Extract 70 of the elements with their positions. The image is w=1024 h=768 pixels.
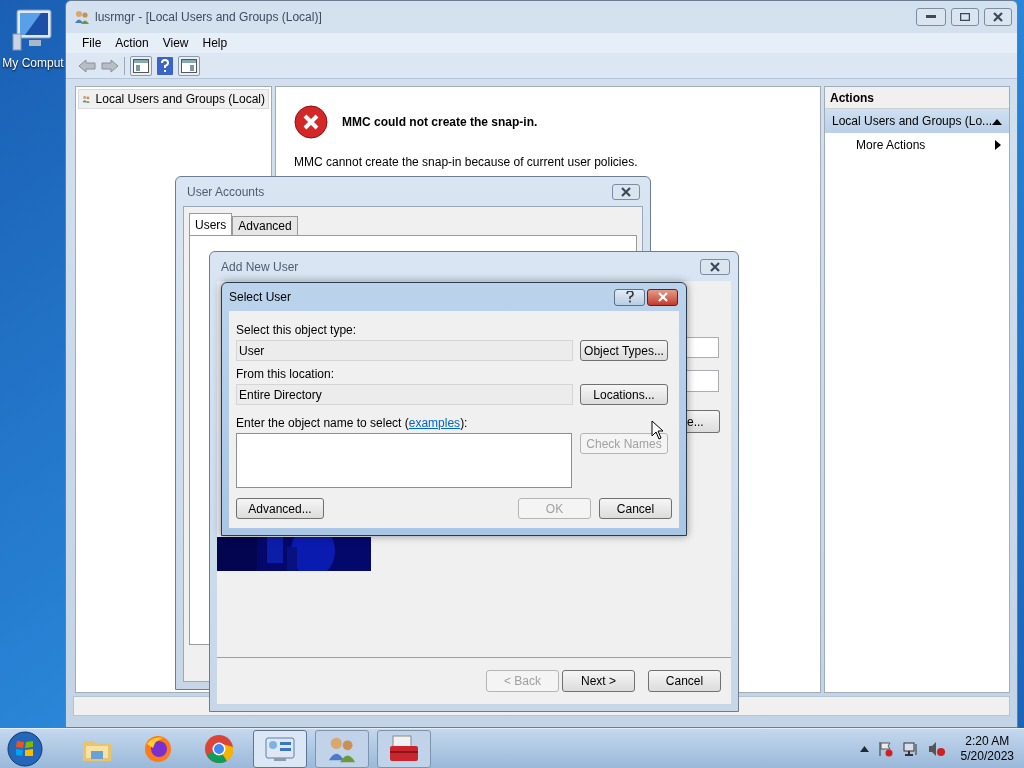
menu-item[interactable]: View	[156, 34, 195, 52]
close-icon	[656, 292, 669, 302]
tab[interactable]: Users	[189, 213, 233, 235]
cancel-button[interactable]: Cancel	[648, 670, 721, 692]
object-types-button[interactable]: Object Types...	[580, 340, 668, 361]
actions-header: Actions	[825, 87, 1009, 109]
submenu-arrow-icon	[995, 140, 1001, 150]
field-label: Enter the object name to select (examples):	[236, 415, 468, 432]
actions-section[interactable]: Local Users and Groups (Lo...	[825, 109, 1009, 133]
desktop-icon-label[interactable]: My Comput	[2, 54, 64, 72]
volume-muted-icon[interactable]	[927, 740, 946, 757]
close-button[interactable]	[647, 288, 678, 306]
toolbox-icon	[387, 733, 421, 764]
minimize-icon	[926, 15, 936, 19]
dialog-title: Add New User	[221, 258, 299, 276]
restore-button[interactable]	[951, 8, 979, 26]
taskbar-button[interactable]	[377, 729, 431, 768]
location-field: Entire Directory	[236, 384, 573, 405]
taskbar-button[interactable]	[253, 729, 307, 768]
object-type-field: User	[236, 340, 573, 361]
show-tree-button[interactable]	[130, 55, 152, 76]
clock-date[interactable]: 5/20/2023	[960, 748, 1014, 764]
field-label: Select this object type:	[236, 322, 358, 339]
browser-icon	[143, 733, 173, 764]
close-button[interactable]	[700, 258, 730, 275]
tree-item[interactable]: Local Users and Groups (Local)	[78, 89, 269, 109]
help-icon[interactable]	[157, 56, 173, 75]
window-title: lusrmgr - [Local Users and Groups (Local)]	[95, 9, 322, 26]
object-name-field[interactable]	[236, 433, 572, 488]
error-heading: MMC could not create the snap-in.	[342, 114, 538, 131]
menu-item[interactable]: Help	[196, 34, 234, 52]
cancel-button[interactable]: Cancel	[599, 498, 672, 519]
cursor-icon	[651, 420, 664, 440]
dialog-title: User Accounts	[187, 183, 265, 201]
browse-button[interactable]: e...	[687, 410, 720, 433]
close-icon	[992, 12, 1004, 22]
clock-time[interactable]: 2:20 AM	[965, 733, 1010, 749]
tab[interactable]: Advanced	[232, 216, 298, 235]
close-icon	[620, 186, 632, 197]
show-action-pane-button[interactable]	[178, 55, 200, 76]
restore-icon	[960, 13, 970, 21]
input-field[interactable]	[687, 370, 719, 392]
locations-button[interactable]: Locations...	[580, 384, 668, 405]
action-item[interactable]: More Actions	[825, 133, 1009, 157]
close-button[interactable]	[612, 183, 640, 200]
flag-icon[interactable]	[877, 740, 894, 757]
dialog-title: Select User	[229, 289, 292, 306]
input-field[interactable]	[687, 337, 719, 358]
users-icon	[74, 9, 90, 25]
menu-item[interactable]: Action	[109, 34, 155, 52]
browser-icon	[203, 732, 235, 765]
field-label: From this location:	[236, 366, 336, 383]
error-message: MMC cannot create the snap-in because of current user policies.	[294, 154, 639, 171]
close-button[interactable]	[984, 8, 1012, 26]
show-hidden-icons-icon[interactable]	[859, 745, 869, 752]
help-icon	[625, 291, 634, 303]
advanced-button[interactable]: Advanced...	[236, 498, 324, 519]
next-button[interactable]: Next >	[562, 670, 635, 692]
computer-icon[interactable]	[11, 8, 55, 54]
close-icon	[709, 261, 721, 272]
pane-icon	[181, 58, 197, 73]
monitor-icon	[264, 734, 296, 763]
examples-link[interactable]: examples	[408, 416, 461, 430]
minimize-button[interactable]	[916, 8, 946, 26]
pane-icon	[133, 58, 149, 73]
help-button[interactable]	[614, 288, 645, 306]
error-icon	[294, 105, 328, 139]
menu-item[interactable]: File	[76, 34, 108, 52]
start-button[interactable]	[4, 728, 46, 768]
network-icon[interactable]	[902, 740, 919, 757]
